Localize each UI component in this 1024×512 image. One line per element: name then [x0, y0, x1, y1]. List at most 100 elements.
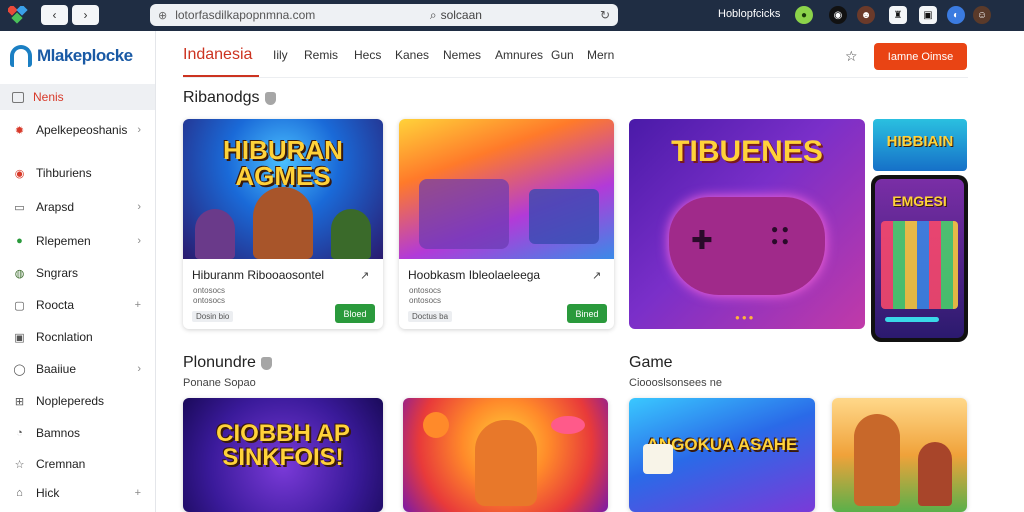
profile-icon[interactable]: ♜ [889, 6, 907, 24]
sidebar-item-home[interactable]: Nenis [0, 84, 155, 110]
card-meta: ontosocs [193, 286, 226, 295]
phone-game-title: EMGESI [892, 193, 947, 209]
section-subtitle-popular: Ponane Sopao [183, 377, 256, 389]
sidebar-item-label: Hick [36, 486, 60, 500]
sidebar-item-bonus[interactable]: ◔ Bamnos [0, 420, 155, 446]
chevron-right-icon: › [137, 363, 141, 375]
circle-icon: ● [16, 235, 23, 247]
sidebar-item-hick[interactable]: ⌂ Hick + [0, 480, 155, 506]
target-icon: ◉ [14, 167, 25, 180]
promo-title: HIBBIAIN [886, 133, 954, 150]
game-card[interactable]: ANGOKUA ASAHE [629, 398, 815, 512]
featured-banner[interactable]: TIBUENES ✚ ● ● ● ● ●●● [629, 119, 865, 329]
tab-mern[interactable]: Mern [587, 48, 614, 62]
sidebar-item-neighbors[interactable]: ⊞ Noplepereds [0, 388, 155, 414]
tab-remis[interactable]: Remis [304, 48, 338, 62]
game-tiles-image [881, 221, 958, 309]
brand[interactable]: Mlakeplocke [10, 45, 133, 67]
game-art: HIBURAN AGMES [183, 119, 383, 259]
phone-preview[interactable]: EMGESI [871, 175, 968, 342]
tab-gun[interactable]: Gun [551, 48, 574, 62]
card-meta: ontosocs [409, 286, 442, 295]
reload-icon[interactable]: ↻ [600, 8, 610, 22]
plus-icon: + [134, 487, 141, 499]
pagination-dots[interactable]: ●●● [735, 313, 756, 322]
game-card[interactable]: HIBURAN AGMES Hiburanm Ribooaosontel ↗ o… [183, 119, 383, 329]
monitor-icon: ▭ [14, 201, 25, 214]
address-bar[interactable]: ⊕ lotorfasdilkapopnmna.com ⌕ solcaan ↻ [150, 4, 618, 26]
site-title: Hoblopfcicks [718, 8, 781, 20]
character-image [918, 442, 952, 506]
tab-amnures[interactable]: Amnures [495, 48, 543, 62]
game-card[interactable] [403, 398, 608, 512]
play-button[interactable]: Bined [567, 304, 607, 323]
tab-hecs[interactable]: Hecs [354, 48, 381, 62]
sidebar-item-arcade[interactable]: ▭ Arapsd › [0, 194, 155, 220]
dice-image [643, 444, 673, 474]
game-art: ANGOKUA ASAHE [629, 398, 815, 512]
game-art [832, 398, 967, 512]
lock-icon[interactable]: ▣ [919, 6, 937, 24]
image-icon: ▣ [14, 331, 25, 344]
phone-screen: EMGESI [875, 179, 964, 338]
game-card[interactable]: CIOBBH AP SINKFOIS! [183, 398, 383, 512]
card-meta-secondary: ontosocs [409, 296, 442, 305]
section-title-game: Game [629, 354, 673, 371]
cta-button[interactable]: Iamne Oimse [874, 43, 967, 70]
tab-nemes[interactable]: Nemes [443, 48, 481, 62]
sidebar-item-label: Rocnlation [36, 330, 93, 344]
promo-banner[interactable]: HIBBIAIN [873, 119, 967, 171]
sidebar-item-apps[interactable]: ✹ Apelkepeoshanis › [0, 117, 155, 143]
card-title: Hiburanm Ribooaosontel [192, 268, 325, 282]
verified-shield-icon [264, 91, 276, 105]
sidebar-item-root[interactable]: ▢ Roocta + [0, 292, 155, 318]
sidebar-item-entertainment[interactable]: ◉ Tihburiens [0, 160, 155, 186]
back-button[interactable]: ‹ [41, 5, 68, 25]
arrow-right-icon[interactable]: ↗ [360, 269, 369, 282]
extension-icon[interactable]: ● [795, 6, 813, 24]
tab-kanes[interactable]: Kanes [395, 48, 429, 62]
gear-icon: ✹ [14, 124, 25, 137]
app-logo-icon[interactable] [8, 6, 28, 24]
sidebar-item-bag[interactable]: ◯ Baaiiue › [0, 356, 155, 382]
tab-iily[interactable]: Iily [273, 48, 288, 62]
brand-logo-icon [10, 45, 32, 67]
gamepad-image: ✚ ● ● ● ● [669, 197, 825, 295]
browser-chrome: ‹ › ⊕ lotorfasdilkapopnmna.com ⌕ solcaan… [0, 0, 1024, 31]
brand-name: Mlakeplocke [37, 46, 133, 65]
section-title-featured: Ribanodgs [183, 89, 276, 107]
home-icon [12, 91, 24, 103]
card-tag: Doctus ba [408, 311, 453, 322]
favorite-star-icon[interactable]: ☆ [845, 48, 858, 65]
game-card[interactable]: Hoobkasm Ibleolaeleega ↗ ontosocs ontoso… [399, 119, 614, 329]
avatar-icon[interactable]: ☻ [857, 6, 875, 24]
active-tab-indicator [183, 75, 259, 77]
coin-image [423, 412, 449, 438]
game-art [399, 119, 614, 259]
sidebar-item-population[interactable]: ▣ Rocnlation [0, 324, 155, 350]
forward-button[interactable]: › [72, 5, 99, 25]
card-meta-secondary: ontosocs [193, 296, 226, 305]
sidebar-item-premium[interactable]: ☆ Cremnan [0, 451, 155, 477]
banner-title: TIBUENES [671, 135, 823, 168]
box-icon: ▢ [14, 299, 25, 312]
sidebar-item-releases[interactable]: ● Rlepemen › [0, 228, 155, 254]
arrow-right-icon[interactable]: ↗ [592, 269, 601, 282]
search-query: ⌕ solcaan [429, 7, 482, 23]
play-button[interactable]: Bloed [335, 304, 375, 323]
game-art-title: HIBURAN AGMES [223, 135, 343, 191]
character-image [253, 187, 313, 259]
character-image [854, 414, 900, 506]
tab-indonesia[interactable]: Indanesia [183, 46, 252, 64]
game-card[interactable] [832, 398, 967, 512]
game-art [403, 398, 608, 512]
dpad-icon: ✚ [691, 225, 713, 255]
game-art: CIOBBH AP SINKFOIS! [183, 398, 383, 512]
sidebar-item-label: Bamnos [36, 426, 81, 440]
scene-image [529, 189, 599, 244]
avatar-icon[interactable]: ◉ [829, 6, 847, 24]
globe-icon[interactable]: ◐ [947, 6, 965, 24]
user-avatar-icon[interactable]: ☺ [973, 6, 991, 24]
game-art-title: CIOBBH AP SINKFOIS! [216, 420, 350, 471]
sidebar-item-signals[interactable]: ◍ Sngrars [0, 260, 155, 286]
